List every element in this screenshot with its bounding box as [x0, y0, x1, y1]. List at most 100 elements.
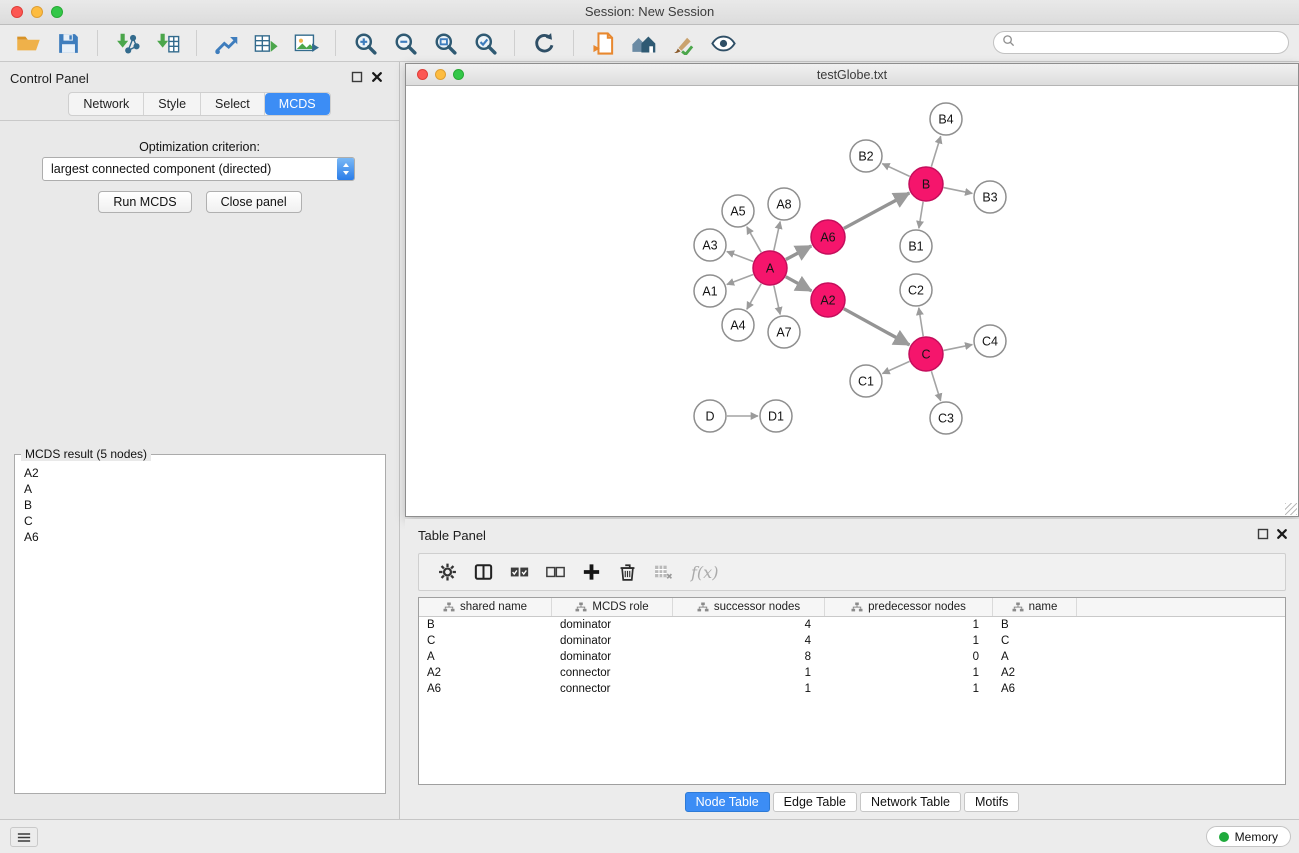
node-A5[interactable]: A5: [722, 195, 754, 227]
node-A4[interactable]: A4: [722, 309, 754, 341]
add-button[interactable]: [573, 557, 609, 587]
zoom-fit-button[interactable]: [425, 28, 465, 58]
result-item[interactable]: A6: [18, 529, 382, 545]
zoom-selected-button[interactable]: [465, 28, 505, 58]
export-image-button[interactable]: [286, 28, 326, 58]
tab-motifs[interactable]: Motifs: [964, 792, 1019, 812]
result-item[interactable]: B: [18, 497, 382, 513]
node-A1[interactable]: A1: [694, 275, 726, 307]
node-C4[interactable]: C4: [974, 325, 1006, 357]
edge-A-A8[interactable]: [774, 222, 780, 251]
tab-network[interactable]: Network: [69, 93, 144, 115]
search-field[interactable]: [993, 31, 1289, 54]
node-A7[interactable]: A7: [768, 316, 800, 348]
edge-A-A1[interactable]: [727, 274, 753, 284]
node-D1[interactable]: D1: [760, 400, 792, 432]
home-button[interactable]: [623, 28, 663, 58]
memory-button[interactable]: Memory: [1206, 826, 1291, 847]
style-check-button[interactable]: [663, 28, 703, 58]
network-canvas[interactable]: B4 B2 B B3 A5 A8 A6 B1 A3 A C2 A1 A2 A4 A7 C4 C C1 C3 D D1: [406, 86, 1298, 516]
float-panel-icon[interactable]: [349, 70, 365, 86]
export-table-button[interactable]: [246, 28, 286, 58]
result-item[interactable]: C: [18, 513, 382, 529]
node-B1[interactable]: B1: [900, 230, 932, 262]
column-header-MCDS-role[interactable]: MCDS role: [552, 598, 673, 616]
close-panel-button[interactable]: Close panel: [206, 191, 302, 213]
deselect-button[interactable]: [537, 557, 573, 587]
gear-button[interactable]: [429, 557, 465, 587]
node-B3[interactable]: B3: [974, 181, 1006, 213]
result-item[interactable]: A: [18, 481, 382, 497]
result-item[interactable]: A2: [18, 465, 382, 481]
node-A6[interactable]: A6: [811, 220, 845, 254]
node-C2[interactable]: C2: [900, 274, 932, 306]
criterion-dropdown[interactable]: largest connected component (directed): [42, 157, 355, 181]
refresh-button[interactable]: [524, 28, 564, 58]
search-input[interactable]: [1020, 36, 1280, 50]
edge-C-C4[interactable]: [944, 345, 973, 351]
run-mcds-button[interactable]: Run MCDS: [98, 191, 191, 213]
close-panel-icon[interactable]: [369, 70, 385, 86]
edge-C-C3[interactable]: [931, 371, 940, 401]
edge-A-A3[interactable]: [727, 251, 753, 261]
import-table-button[interactable]: [147, 28, 187, 58]
columns-button[interactable]: [465, 557, 501, 587]
edge-B-B3[interactable]: [944, 188, 973, 194]
node-A[interactable]: A: [753, 251, 787, 285]
export-network-button[interactable]: [206, 28, 246, 58]
node-C3[interactable]: C3: [930, 402, 962, 434]
table-row[interactable]: Adominator80A: [419, 649, 1285, 665]
column-header-successor-nodes[interactable]: successor nodes: [673, 598, 825, 616]
column-header-predecessor-nodes[interactable]: predecessor nodes: [825, 598, 993, 616]
tab-node-table[interactable]: Node Table: [685, 792, 770, 812]
tab-select[interactable]: Select: [201, 93, 265, 115]
edge-A2-C[interactable]: [844, 309, 910, 345]
tab-edge-table[interactable]: Edge Table: [773, 792, 857, 812]
table-row[interactable]: A6connector11A6: [419, 681, 1285, 697]
tab-network-table[interactable]: Network Table: [860, 792, 961, 812]
edge-A6-B[interactable]: [844, 193, 909, 228]
edge-A-A5[interactable]: [747, 227, 761, 253]
node-B[interactable]: B: [909, 167, 943, 201]
eye-button[interactable]: [703, 28, 743, 58]
open-doc-button[interactable]: [583, 28, 623, 58]
edge-C-C1[interactable]: [882, 361, 909, 373]
zoom-out-button[interactable]: [385, 28, 425, 58]
node-C1[interactable]: C1: [850, 365, 882, 397]
float-table-panel-icon[interactable]: [1255, 527, 1271, 543]
node-A2[interactable]: A2: [811, 283, 845, 317]
edge-A-A2[interactable]: [786, 277, 812, 291]
grid-delete-button[interactable]: [645, 557, 681, 587]
trash-button[interactable]: [609, 557, 645, 587]
edge-A-A6[interactable]: [786, 246, 811, 260]
zoom-in-button[interactable]: [345, 28, 385, 58]
edge-B-B1[interactable]: [919, 202, 923, 228]
network-graph[interactable]: B4 B2 B B3 A5 A8 A6 B1 A3 A C2 A1 A2 A4 A7 C4 C C1 C3 D D1: [406, 86, 1298, 516]
column-header-shared-name[interactable]: shared name: [419, 598, 552, 616]
edge-C-C2[interactable]: [919, 308, 923, 336]
node-A8[interactable]: A8: [768, 188, 800, 220]
node-A3[interactable]: A3: [694, 229, 726, 261]
edge-B-B4[interactable]: [931, 136, 940, 167]
tab-style[interactable]: Style: [144, 93, 201, 115]
function-builder-button[interactable]: f(x): [691, 563, 718, 582]
node-B4[interactable]: B4: [930, 103, 962, 135]
close-table-panel-icon[interactable]: [1274, 527, 1290, 543]
import-network-button[interactable]: [107, 28, 147, 58]
table-row[interactable]: Bdominator41B: [419, 617, 1285, 633]
resize-grip-icon[interactable]: [1285, 503, 1297, 515]
node-B2[interactable]: B2: [850, 140, 882, 172]
node-D[interactable]: D: [694, 400, 726, 432]
node-C[interactable]: C: [909, 337, 943, 371]
edge-B-B2[interactable]: [882, 164, 909, 177]
edge-A-A7[interactable]: [774, 286, 780, 315]
open-folder-button[interactable]: [8, 28, 48, 58]
column-header-name[interactable]: name: [993, 598, 1077, 616]
tab-mcds[interactable]: MCDS: [265, 93, 330, 115]
table-row[interactable]: Cdominator41C: [419, 633, 1285, 649]
table-row[interactable]: A2connector11A2: [419, 665, 1285, 681]
task-list-icon[interactable]: [10, 827, 38, 847]
edge-A-A4[interactable]: [747, 284, 761, 310]
select-all-button[interactable]: [501, 557, 537, 587]
save-button[interactable]: [48, 28, 88, 58]
